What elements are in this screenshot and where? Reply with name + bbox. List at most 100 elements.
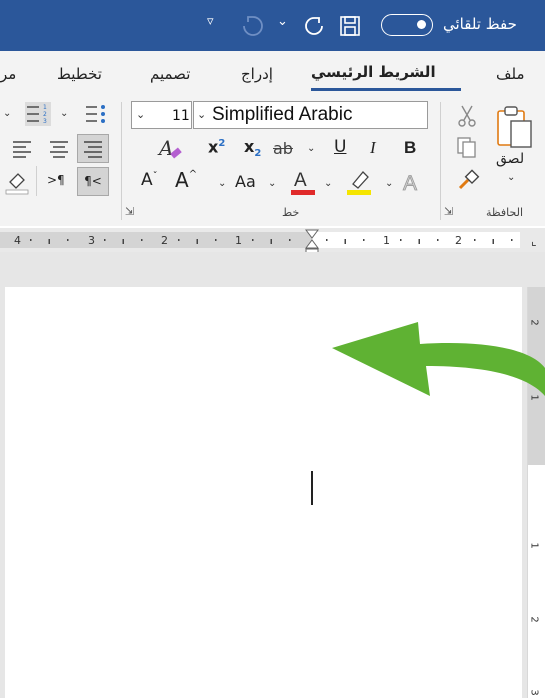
font-name-value[interactable]: Simplified Arabic	[212, 104, 352, 126]
font-dialog-launcher-icon[interactable]: ⇲	[125, 205, 134, 218]
svg-text:2: 2	[43, 111, 47, 118]
paste-label[interactable]: لصق	[496, 152, 524, 166]
text-effects-dropdown[interactable]: ⌄	[385, 178, 393, 189]
save-icon[interactable]	[339, 15, 361, 37]
text-effects-icon[interactable]: A	[400, 168, 426, 196]
group-separator	[440, 102, 441, 220]
annotation-arrow	[332, 322, 545, 396]
cut-icon[interactable]	[456, 104, 478, 128]
ruler-tick	[122, 239, 124, 244]
font-group-label: خط	[282, 206, 300, 219]
ruler-tick	[30, 239, 32, 241]
shading-icon[interactable]	[4, 168, 30, 196]
align-right-icon	[84, 141, 102, 158]
numbering-dropdown[interactable]: ⌄	[60, 108, 68, 119]
text-cursor	[311, 471, 313, 505]
svg-text:3: 3	[43, 118, 47, 125]
ruler-tick	[67, 239, 69, 241]
font-size-dropdown-small[interactable]: ⌄	[218, 178, 226, 189]
multilevel-dropdown[interactable]: ⌄	[3, 108, 11, 119]
shrink-font-caret: ˇ	[152, 171, 158, 182]
numbering-icon[interactable]: 123	[25, 102, 51, 126]
active-tab-indicator	[311, 88, 461, 91]
change-case-dropdown[interactable]: ⌄	[268, 178, 276, 189]
tab-file[interactable]: ملف	[496, 65, 525, 83]
tab-layout[interactable]: تخطيط	[57, 65, 102, 83]
format-painter-icon[interactable]	[456, 168, 480, 192]
superscript-base: x	[208, 137, 219, 157]
vruler-number: 1	[528, 542, 540, 549]
align-center-icon[interactable]	[47, 136, 73, 162]
font-color-swatch	[291, 190, 315, 195]
font-color-letter: A	[294, 170, 307, 191]
change-case-button[interactable]: Aa	[235, 174, 256, 190]
bold-button[interactable]: B	[404, 139, 416, 156]
ruler-tick	[289, 239, 291, 241]
underline-button[interactable]: U	[334, 139, 346, 156]
subscript-base: x	[244, 137, 255, 156]
font-name-dropdown-icon[interactable]: ⌄	[197, 108, 206, 121]
tab-insert[interactable]: إدراج	[241, 65, 273, 83]
superscript-index: 2	[218, 138, 226, 149]
font-size-dropdown-icon[interactable]: ⌄	[136, 108, 145, 121]
subscript-index: 2	[254, 148, 262, 160]
clipboard-group-label: الحافظة	[486, 206, 524, 219]
tab-selector-icon[interactable]: ⌞	[531, 234, 537, 248]
shrink-font-button[interactable]: Aˇ	[141, 172, 158, 189]
customize-quick-access-icon[interactable]: ▿	[207, 14, 214, 29]
paste-dropdown[interactable]: ⌄	[507, 172, 515, 183]
strikethrough-button[interactable]: ab	[273, 141, 293, 157]
ruler-tick	[215, 239, 217, 241]
undo-dropdown[interactable]: ⌄	[277, 14, 288, 29]
ruler-tick	[400, 239, 402, 241]
grow-font-letter: A	[175, 168, 189, 192]
vruler-number: 2	[528, 616, 540, 623]
rtl-direction-button[interactable]: ¶<	[77, 167, 109, 196]
shrink-font-letter: A	[141, 170, 153, 190]
font-color-dropdown[interactable]: ⌄	[324, 178, 332, 189]
tab-home[interactable]: الشريط الرئيسي	[311, 63, 436, 81]
ruler-tick	[418, 239, 420, 244]
font-color-icon[interactable]: A	[289, 166, 319, 196]
tab-references[interactable]: مر	[0, 65, 16, 83]
ruler-tick	[344, 239, 346, 244]
underline-dropdown[interactable]: ⌄	[307, 143, 315, 154]
font-size-value[interactable]: 11	[172, 108, 190, 124]
highlight-color-swatch	[347, 190, 371, 195]
redo-icon[interactable]	[302, 14, 326, 38]
grow-font-caret: ^	[188, 169, 198, 180]
grow-font-button[interactable]: A^	[175, 168, 198, 192]
clear-formatting-letter: A	[157, 136, 173, 160]
ruler-tick	[104, 239, 106, 241]
clear-formatting-icon[interactable]: A	[157, 135, 185, 163]
ruler-tick	[474, 239, 476, 241]
title-bar: حفظ تلقائي ⌄ ▿	[0, 0, 545, 51]
font-name-box[interactable]: ⌄ Simplified Arabic	[193, 101, 428, 129]
font-size-box[interactable]: ⌄ 11	[131, 101, 192, 129]
italic-button[interactable]: I	[370, 139, 376, 156]
highlight-icon[interactable]	[345, 166, 375, 196]
svg-text:1: 1	[43, 104, 47, 111]
superscript-button[interactable]: x2	[208, 139, 225, 155]
bullets-icon[interactable]	[84, 102, 108, 126]
align-right-button[interactable]	[77, 134, 109, 163]
subscript-button[interactable]: x2	[244, 139, 261, 159]
undo-icon[interactable]	[240, 13, 266, 39]
autosave-toggle[interactable]	[381, 14, 433, 36]
ltr-direction-button[interactable]: >¶	[47, 174, 65, 186]
ruler-ticks	[30, 239, 513, 244]
align-left-icon[interactable]	[10, 136, 36, 162]
group-separator-2	[121, 102, 122, 220]
ruler-tick	[437, 239, 439, 241]
clipboard-dialog-launcher-icon[interactable]: ⇲	[444, 205, 453, 218]
ruler-tick	[141, 239, 143, 241]
copy-icon[interactable]	[456, 136, 478, 160]
ruler-tick	[252, 239, 254, 241]
tab-design[interactable]: تصميم	[150, 65, 190, 83]
ruler-tick	[363, 239, 365, 241]
paste-icon[interactable]	[493, 103, 537, 151]
ruler-tick	[511, 239, 513, 241]
paragraph-separator	[36, 166, 37, 196]
autosave-label: حفظ تلقائي	[443, 15, 517, 33]
ruler-tick	[270, 239, 272, 244]
